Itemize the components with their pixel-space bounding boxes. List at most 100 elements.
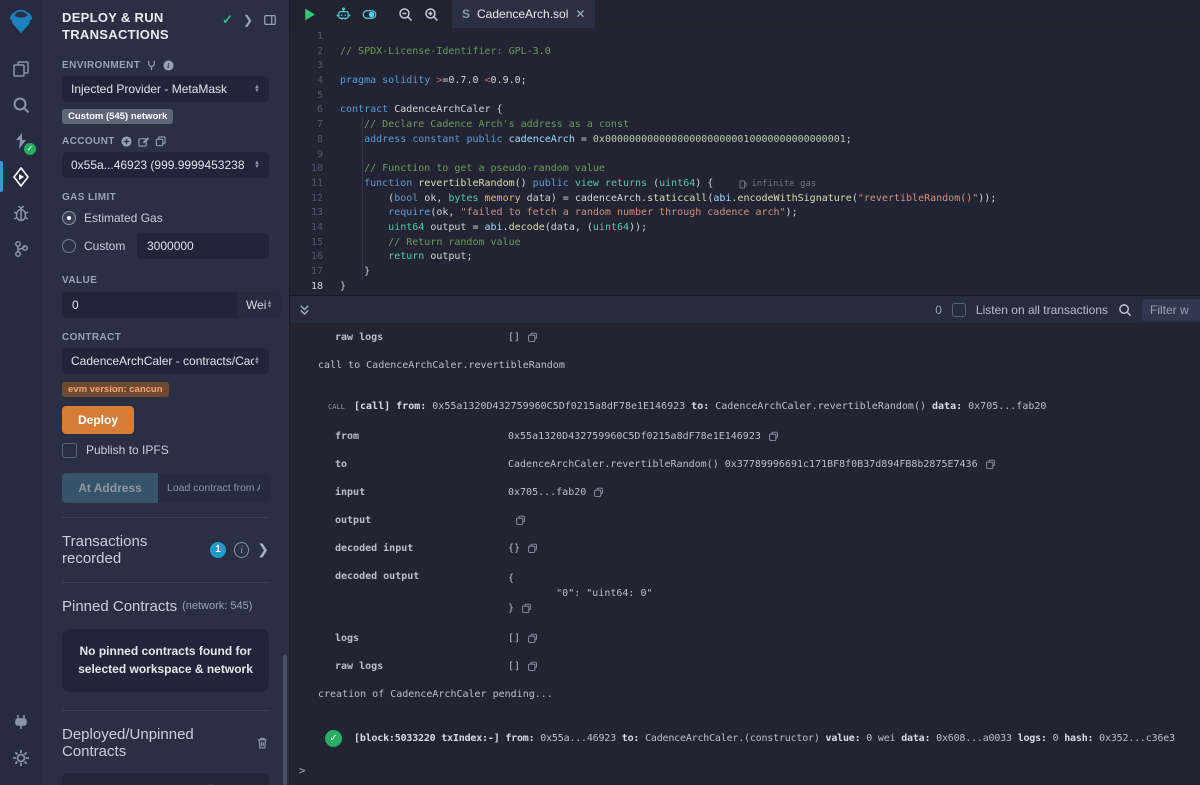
pinned-contracts-title: Pinned Contracts (network: 545) — [62, 598, 269, 615]
listen-transactions-label: Listen on all transactions — [976, 303, 1108, 317]
panel-check-icon: ✓ — [222, 12, 233, 28]
terminal-filter-input[interactable] — [1142, 299, 1200, 321]
terminal-output: > raw logs[]call to CadenceArchCaler.rev… — [290, 323, 1200, 785]
listen-transactions-checkbox[interactable] — [952, 303, 966, 317]
success-check-icon: ✓ — [325, 730, 342, 747]
deploy-and-run-icon[interactable] — [0, 160, 42, 193]
custom-gas-input[interactable] — [137, 233, 269, 259]
terminal-kv-row: from0x55a1320D432759960C5Df0215a8dF78e1E… — [290, 431, 1200, 442]
copy-icon[interactable] — [515, 515, 526, 526]
deploy-button[interactable]: Deploy — [62, 406, 134, 434]
line-number: 16 — [290, 250, 340, 265]
line-number: 3 — [290, 59, 340, 74]
at-address-input[interactable] — [158, 473, 269, 503]
file-explorer-icon[interactable] — [0, 52, 42, 85]
terminal-collapse-icon[interactable] — [298, 303, 311, 316]
zoom-in-icon[interactable] — [418, 0, 444, 28]
row-value: [] — [508, 332, 538, 343]
line-number: 5 — [290, 89, 340, 104]
at-address-button[interactable]: At Address — [62, 473, 158, 503]
copy-icon[interactable] — [527, 543, 538, 554]
fork-state-icon[interactable] — [146, 60, 157, 71]
publish-ipfs-label: Publish to IPFS — [86, 443, 169, 457]
indent-guide — [362, 118, 363, 280]
value-unit-select[interactable]: Wei ▲▼ — [237, 292, 281, 318]
transactions-count-badge: 1 — [210, 542, 226, 558]
environment-label: ENVIRONMENT — [62, 60, 140, 71]
pin-panel-icon[interactable] — [263, 13, 277, 27]
pinned-empty-message: No pinned contracts found for selected w… — [62, 629, 269, 692]
row-value — [508, 515, 526, 526]
copy-icon[interactable] — [593, 487, 604, 498]
copy-icon[interactable] — [527, 332, 538, 343]
source-control-icon[interactable] — [0, 232, 42, 265]
terminal-count: 0 — [935, 303, 942, 317]
code-line: 7 // Declare Cadence Arch's address as a… — [290, 118, 1200, 133]
row-label: from — [335, 431, 508, 442]
call-badge: call — [328, 403, 354, 411]
account-value: 0x55a...46923 (999.9999453238 — [71, 158, 254, 172]
section-divider — [62, 710, 269, 711]
estimated-gas-label: Estimated Gas — [84, 211, 163, 225]
settings-gear-icon[interactable] — [0, 741, 42, 774]
search-icon[interactable] — [0, 88, 42, 121]
network-badge: Custom (545) network — [62, 109, 173, 124]
panel-expand-icon[interactable]: ❯ — [243, 13, 253, 27]
environment-info-icon[interactable]: i — [163, 60, 174, 71]
terminal-search-icon[interactable] — [1118, 303, 1132, 317]
tab-cadencearch-sol[interactable]: S CadenceArch.sol ✕ — [452, 0, 595, 28]
evm-version-badge: evm version: cancun — [62, 382, 169, 397]
line-number: 2 — [290, 45, 340, 60]
copy-icon[interactable] — [768, 431, 779, 442]
environment-select[interactable]: Injected Provider - MetaMask ▲▼ — [62, 76, 269, 102]
sign-message-icon[interactable] — [138, 136, 149, 147]
deploy-run-panel: DEPLOY & RUN TRANSACTIONS ✓ ❯ ENVIRONMEN… — [42, 0, 290, 785]
plugin-manager-icon[interactable] — [0, 705, 42, 738]
remix-ide-window: ✓ DEPLOY & RUN TRANSACTIONS ✓ ❯ — [0, 0, 1200, 785]
copy-icon[interactable] — [527, 661, 538, 672]
ai-assistant-icon[interactable] — [330, 0, 356, 28]
zoom-out-icon[interactable] — [392, 0, 418, 28]
tab-close-icon[interactable]: ✕ — [575, 7, 585, 21]
pinned-title-text: Pinned Contracts — [62, 598, 177, 615]
row-value: [] — [508, 633, 538, 644]
row-label: logs — [335, 633, 508, 644]
line-number: 13 — [290, 206, 340, 221]
estimated-gas-radio[interactable] — [62, 211, 76, 225]
deployed-contract-card: ⌄ CADENCEARCHCALER AT 0X × Balance: 0 ET… — [62, 773, 269, 785]
copy-account-icon[interactable] — [155, 136, 166, 147]
copy-icon[interactable] — [521, 603, 532, 614]
code-line: 16 return output; — [290, 250, 1200, 265]
add-account-icon[interactable] — [121, 136, 132, 147]
row-label: decoded input — [335, 543, 508, 554]
ai-copilot-toggle-icon[interactable] — [356, 0, 382, 28]
row-label: to — [335, 459, 508, 470]
chevron-updown-icon: ▲▼ — [254, 161, 260, 169]
code-line: 3 — [290, 59, 1200, 74]
solidity-compiler-icon[interactable]: ✓ — [0, 124, 42, 157]
code-line: 10 // Function to get a pseudo-random va… — [290, 162, 1200, 177]
account-select[interactable]: 0x55a...46923 (999.9999453238 ▲▼ — [62, 152, 269, 178]
debugger-icon[interactable] — [0, 196, 42, 229]
gas-annotation: infinite gas — [739, 177, 816, 192]
terminal-call-row: call[call] from: 0x55a1320D432759960C5Df… — [290, 401, 1200, 412]
environment-value: Injected Provider - MetaMask — [71, 82, 254, 96]
copy-icon[interactable] — [985, 459, 996, 470]
contract-select[interactable]: CadenceArchCaler - contracts/Cac ▲▼ — [62, 348, 269, 374]
value-label: VALUE — [62, 275, 269, 286]
panel-scrollbar[interactable] — [283, 655, 287, 785]
run-script-icon[interactable] — [296, 0, 322, 28]
copy-icon[interactable] — [527, 633, 538, 644]
value-input[interactable] — [62, 292, 237, 318]
custom-gas-radio[interactable] — [62, 239, 76, 253]
terminal-kv-row: logs[] — [290, 633, 1200, 644]
terminal-prompt[interactable]: > — [299, 764, 306, 777]
transactions-info-icon[interactable]: i — [234, 542, 249, 558]
remix-logo-icon[interactable] — [6, 6, 36, 36]
trash-icon[interactable] — [256, 736, 269, 750]
transactions-expand-icon[interactable]: ❯ — [257, 541, 269, 558]
code-editor[interactable]: 12// SPDX-License-Identifier: GPL-3.034p… — [290, 28, 1200, 295]
publish-ipfs-checkbox[interactable] — [62, 443, 77, 458]
terminal-kv-row: toCadenceArchCaler.revertibleRandom() 0x… — [290, 459, 1200, 470]
code-line: 14 uint64 output = abi.decode(data, (uin… — [290, 221, 1200, 236]
